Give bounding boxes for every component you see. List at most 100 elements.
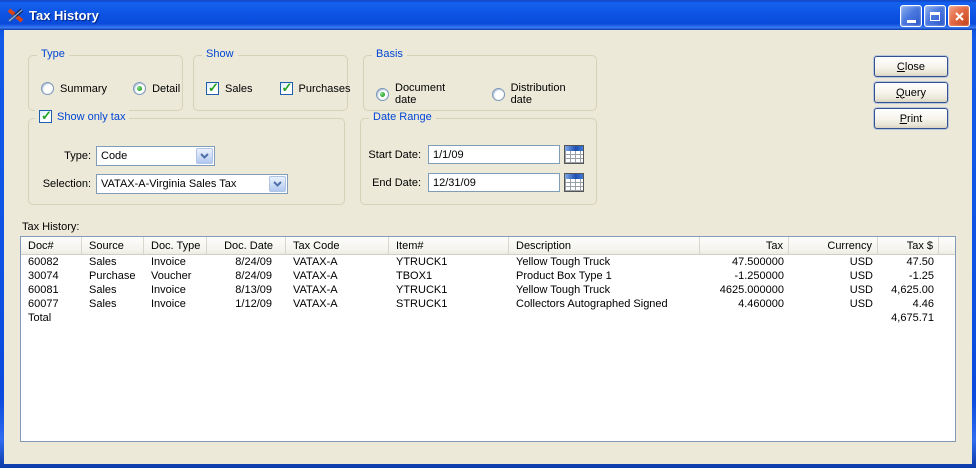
close-window-button[interactable] <box>948 5 970 27</box>
table-cell <box>144 311 207 325</box>
column-header[interactable]: Doc. Date <box>207 237 286 254</box>
radio-document-date-circle <box>376 88 389 101</box>
column-header[interactable]: Item# <box>389 237 509 254</box>
type-combo[interactable]: Code <box>96 146 215 166</box>
table-cell <box>207 311 286 325</box>
table-cell: -1.250000 <box>700 269 789 283</box>
table-cell: VATAX-A <box>286 297 389 311</box>
column-header[interactable]: Source <box>82 237 144 254</box>
column-header[interactable]: Doc. Type <box>144 237 207 254</box>
minimize-button[interactable] <box>900 5 922 27</box>
table-cell: 4,625.00 <box>878 283 939 297</box>
group-show-only-tax: Show only tax Type: Code Selection: VATA… <box>28 118 345 205</box>
radio-summary-circle <box>41 82 54 95</box>
checkbox-sales-box <box>206 82 219 95</box>
table-cell: VATAX-A <box>286 269 389 283</box>
table-cell: Invoice <box>144 255 207 269</box>
table-cell: Purchase <box>82 269 144 283</box>
group-date-range-label: Date Range <box>369 111 436 123</box>
start-date-calendar-button[interactable] <box>564 144 586 165</box>
group-basis: Basis Document date Distribution date <box>363 55 597 111</box>
radio-distribution-date-label: Distribution date <box>511 82 590 106</box>
radio-document-date-label: Document date <box>395 82 470 106</box>
table-cell: VATAX-A <box>286 283 389 297</box>
table-cell: VATAX-A <box>286 255 389 269</box>
type-field-label: Type: <box>29 150 91 162</box>
table-cell: 4,675.71 <box>878 311 939 325</box>
table-row[interactable]: 30074PurchaseVoucher8/24/09VATAX-ATBOX1P… <box>21 269 955 283</box>
table-cell: 60081 <box>21 283 82 297</box>
table-cell: 8/24/09 <box>207 255 286 269</box>
table-cell: 4625.000000 <box>700 283 789 297</box>
table-cell <box>82 311 144 325</box>
end-date-label: End Date: <box>361 177 421 189</box>
table-cell: YTRUCK1 <box>389 255 509 269</box>
table-row[interactable]: 60082SalesInvoice8/24/09VATAX-AYTRUCK1Ye… <box>21 255 955 269</box>
radio-detail[interactable]: Detail <box>133 82 180 95</box>
column-header[interactable]: Doc# <box>21 237 82 254</box>
table-cell: Invoice <box>144 297 207 311</box>
checkbox-purchases-box <box>280 82 293 95</box>
table-cell <box>789 311 878 325</box>
radio-distribution-date-circle <box>492 88 505 101</box>
checkbox-purchases[interactable]: Purchases <box>280 82 351 95</box>
group-basis-label: Basis <box>372 48 407 60</box>
table-cell: STRUCK1 <box>389 297 509 311</box>
checkbox-sales[interactable]: Sales <box>206 82 253 95</box>
column-header[interactable]: Tax <box>700 237 789 254</box>
client-area: Type Summary Detail Show Sales <box>4 30 972 464</box>
end-date-input[interactable] <box>428 173 560 192</box>
selection-combo-value: VATAX-A-Virginia Sales Tax <box>97 178 268 190</box>
type-combo-dropdown-icon[interactable] <box>196 148 213 164</box>
print-button[interactable]: Print <box>874 108 948 129</box>
table-row[interactable]: Total4,675.71 <box>21 311 955 325</box>
table-cell: Yellow Tough Truck <box>509 283 700 297</box>
table-cell: YTRUCK1 <box>389 283 509 297</box>
selection-combo-dropdown-icon[interactable] <box>269 176 286 192</box>
table-cell <box>389 311 509 325</box>
tax-history-window: Tax History Type Summary Detai <box>0 0 976 468</box>
table-cell: Sales <box>82 255 144 269</box>
group-show: Show Sales Purchases <box>193 55 348 111</box>
type-combo-value: Code <box>97 150 195 162</box>
end-date-calendar-button[interactable] <box>564 172 586 193</box>
table-cell: 60077 <box>21 297 82 311</box>
table-cell: 4.46 <box>878 297 939 311</box>
maximize-button[interactable] <box>924 5 946 27</box>
table-cell: 1/12/09 <box>207 297 286 311</box>
column-header[interactable]: Currency <box>789 237 878 254</box>
close-button[interactable]: Close <box>874 56 948 77</box>
column-header[interactable]: Tax Code <box>286 237 389 254</box>
table-cell: 8/24/09 <box>207 269 286 283</box>
radio-distribution-date[interactable]: Distribution date <box>492 82 590 106</box>
radio-summary[interactable]: Summary <box>41 82 107 95</box>
radio-document-date[interactable]: Document date <box>376 82 470 106</box>
start-date-input[interactable] <box>428 145 560 164</box>
minimize-icon <box>907 20 916 23</box>
table-cell: USD <box>789 255 878 269</box>
radio-detail-label: Detail <box>152 83 180 95</box>
selection-field-label: Selection: <box>29 178 91 190</box>
radio-summary-label: Summary <box>60 83 107 95</box>
table-cell: USD <box>789 297 878 311</box>
window-title: Tax History <box>29 8 99 23</box>
calendar-icon <box>564 173 584 192</box>
table-header-row: Doc#SourceDoc. TypeDoc. DateTax CodeItem… <box>21 237 955 255</box>
table-cell <box>509 311 700 325</box>
table-cell: 4.460000 <box>700 297 789 311</box>
query-button[interactable]: Query <box>874 82 948 103</box>
column-header-filler <box>939 237 955 254</box>
checkbox-show-only-tax[interactable] <box>39 110 52 123</box>
table-cell <box>700 311 789 325</box>
table-row[interactable]: 60077SalesInvoice1/12/09VATAX-ASTRUCK1Co… <box>21 297 955 311</box>
column-header[interactable]: Description <box>509 237 700 254</box>
table-cell: 47.50 <box>878 255 939 269</box>
selection-combo[interactable]: VATAX-A-Virginia Sales Tax <box>96 174 288 194</box>
start-date-label: Start Date: <box>361 149 421 161</box>
checkbox-purchases-label: Purchases <box>299 83 351 95</box>
table-cell: Sales <box>82 297 144 311</box>
table-cell: 60082 <box>21 255 82 269</box>
column-header[interactable]: Tax $ <box>878 237 939 254</box>
table-row[interactable]: 60081SalesInvoice8/13/09VATAX-AYTRUCK1Ye… <box>21 283 955 297</box>
table-caption: Tax History: <box>22 221 79 233</box>
